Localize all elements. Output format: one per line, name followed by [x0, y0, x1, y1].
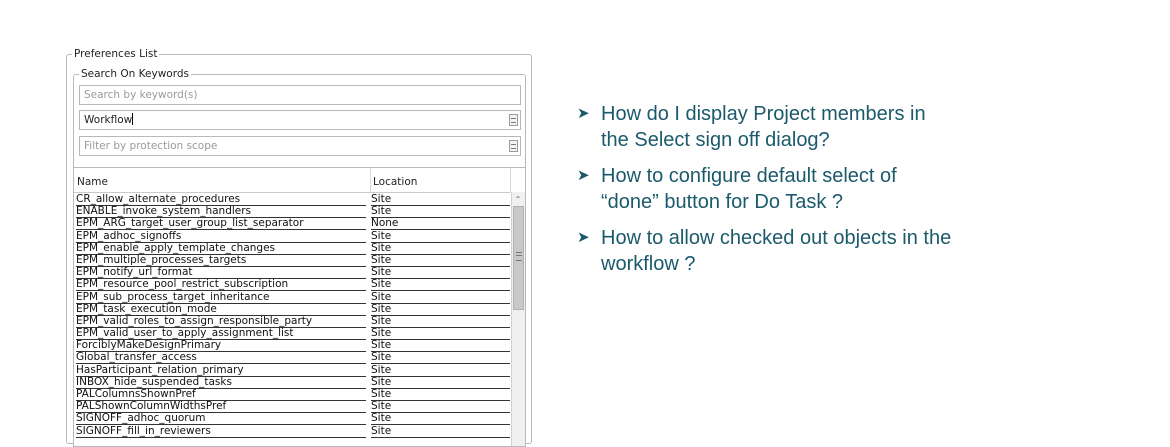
preference-name-cell: ForciblyMakeDesignPrimary: [76, 339, 366, 353]
table-row[interactable]: EPM_valid_roles_to_assign_responsible_pa…: [74, 315, 510, 328]
preference-name-cell: EPM_task_execution_mode: [76, 303, 366, 316]
scroll-up-icon[interactable]: ⌃: [514, 196, 522, 204]
column-header-location[interactable]: Location: [373, 176, 417, 188]
vertical-scrollbar[interactable]: ⌃: [511, 192, 525, 446]
preference-location-cell: Site: [371, 205, 510, 219]
preference-name-cell: PALColumnsShownPref: [76, 388, 366, 401]
table-row[interactable]: SIGNOFF_fill_in_reviewers Site: [74, 425, 510, 438]
table-header: Name Location: [74, 168, 511, 193]
table-row[interactable]: EPM_notify_url_format Site: [74, 266, 510, 280]
preference-location-cell: Site: [371, 388, 510, 401]
preference-location-cell: Site: [371, 339, 510, 353]
preference-location-cell: Site: [371, 376, 510, 389]
preference-location-cell: Site: [371, 412, 510, 426]
table-row[interactable]: EPM_resource_pool_restrict_subscription S…: [74, 278, 510, 292]
table-row[interactable]: SIGNOFF_adhoc_quorum Site: [74, 412, 510, 426]
table-row[interactable]: CR_allow_alternate_procedures Site: [74, 193, 510, 206]
table-row[interactable]: ForciblyMakeDesignPrimary Site: [74, 339, 510, 353]
preference-location-cell: Site: [371, 315, 510, 328]
table-row[interactable]: ENABLE_invoke_system_handlers Site: [74, 205, 510, 219]
column-divider: [510, 168, 511, 192]
preference-location-cell: Site: [371, 425, 510, 438]
table-row[interactable]: INBOX_hide_suspended_tasks Site: [74, 376, 510, 389]
table-row[interactable]: EPM_ARG_target_user_group_list_separator…: [74, 217, 510, 231]
table-row[interactable]: HasParticipant_relation_primary Site: [74, 364, 510, 377]
preference-name-cell: PALShownColumnWidthsPref: [76, 400, 366, 414]
preference-name-cell: ENABLE_invoke_system_handlers: [76, 205, 366, 219]
preference-location-cell: Site: [371, 278, 510, 292]
preferences-list-title: Preferences List: [72, 48, 160, 61]
preferences-table: Name Location CR_allow_alternate_procedu…: [73, 167, 526, 447]
preferences-list-panel: Preferences List Search On Keywords Sear…: [66, 48, 532, 447]
keyword-search-placeholder: Search by keyword(s): [84, 89, 198, 101]
question-text: How to configure default select of “done…: [601, 165, 897, 213]
table-row[interactable]: EPM_valid_user_to_apply_assignment_list S…: [74, 327, 510, 341]
preference-location-cell: Site: [371, 266, 510, 280]
table-row[interactable]: EPM_multiple_processes_targets Site: [74, 254, 510, 267]
preference-name-cell: EPM_ARG_target_user_group_list_separator: [76, 217, 366, 231]
question-list: ➤ How do I display Project members in th…: [577, 101, 957, 287]
preference-name-cell: EPM_multiple_processes_targets: [76, 254, 366, 267]
category-select[interactable]: Workflow: [79, 110, 521, 130]
text-cursor: [132, 113, 134, 125]
preference-name-cell: EPM_valid_user_to_apply_assignment_list: [76, 327, 366, 341]
preference-name-cell: INBOX_hide_suspended_tasks: [76, 376, 366, 389]
preference-location-cell: None: [371, 217, 510, 231]
scrollbar-thumb[interactable]: [513, 206, 524, 310]
table-row[interactable]: Global_transfer_access Site: [74, 351, 510, 365]
grip-icon: [516, 252, 522, 261]
preference-name-cell: EPM_enable_apply_template_changes: [76, 242, 366, 255]
protection-scope-select[interactable]: Filter by protection scope: [79, 136, 521, 156]
table-row[interactable]: EPM_enable_apply_template_changes Site: [74, 242, 510, 255]
preference-name-cell: Global_transfer_access: [76, 351, 366, 365]
preference-name-cell: HasParticipant_relation_primary: [76, 364, 366, 377]
table-row[interactable]: EPM_sub_process_target_inheritance Site: [74, 291, 510, 304]
arrow-bullet-icon: ➤: [577, 105, 590, 122]
question-item: ➤ How do I display Project members in th…: [577, 101, 957, 153]
arrow-bullet-icon: ➤: [577, 167, 590, 184]
keyword-search-input[interactable]: Search by keyword(s): [79, 85, 521, 105]
preference-location-cell: Site: [371, 291, 510, 304]
preference-location-cell: Site: [371, 327, 510, 341]
table-body: CR_allow_alternate_procedures Site ENABLE_…: [74, 193, 510, 438]
search-group-title: Search On Keywords: [79, 68, 191, 81]
dropdown-icon[interactable]: [509, 140, 518, 152]
arrow-bullet-icon: ➤: [577, 229, 590, 246]
preference-location-cell: Site: [371, 400, 510, 414]
preference-name-cell: EPM_sub_process_target_inheritance: [76, 291, 366, 304]
preference-name-cell: EPM_valid_roles_to_assign_responsible_pa…: [76, 315, 366, 328]
preference-location-cell: Site: [371, 254, 510, 267]
dropdown-icon[interactable]: [509, 114, 518, 126]
table-row[interactable]: EPM_task_execution_mode Site: [74, 303, 510, 316]
column-header-name[interactable]: Name: [77, 176, 108, 188]
preference-name-cell: EPM_resource_pool_restrict_subscription: [76, 278, 366, 292]
table-row[interactable]: PALColumnsShownPref Site: [74, 388, 510, 401]
table-row[interactable]: EPM_adhoc_signoffs Site: [74, 230, 510, 243]
table-row[interactable]: PALShownColumnWidthsPref Site: [74, 400, 510, 414]
preference-location-cell: Site: [371, 242, 510, 255]
category-select-value: Workflow: [84, 114, 133, 126]
preference-location-cell: Site: [371, 351, 510, 365]
question-text: How do I display Project members in the …: [601, 103, 926, 151]
question-text: How to allow checked out objects in the …: [601, 227, 952, 275]
preference-location-cell: Site: [371, 364, 510, 377]
preference-name-cell: EPM_notify_url_format: [76, 266, 366, 280]
preference-location-cell: Site: [371, 303, 510, 316]
preference-name-cell: EPM_adhoc_signoffs: [76, 230, 366, 243]
protection-scope-placeholder: Filter by protection scope: [84, 140, 218, 152]
preference-location-cell: Site: [371, 230, 510, 243]
preference-location-cell: Site: [371, 193, 510, 206]
preference-name-cell: SIGNOFF_fill_in_reviewers: [76, 425, 366, 438]
preference-name-cell: SIGNOFF_adhoc_quorum: [76, 412, 366, 426]
column-divider[interactable]: [370, 168, 371, 192]
question-item: ➤ How to allow checked out objects in th…: [577, 225, 957, 277]
question-item: ➤ How to configure default select of “do…: [577, 163, 957, 215]
preference-name-cell: CR_allow_alternate_procedures: [76, 193, 366, 206]
